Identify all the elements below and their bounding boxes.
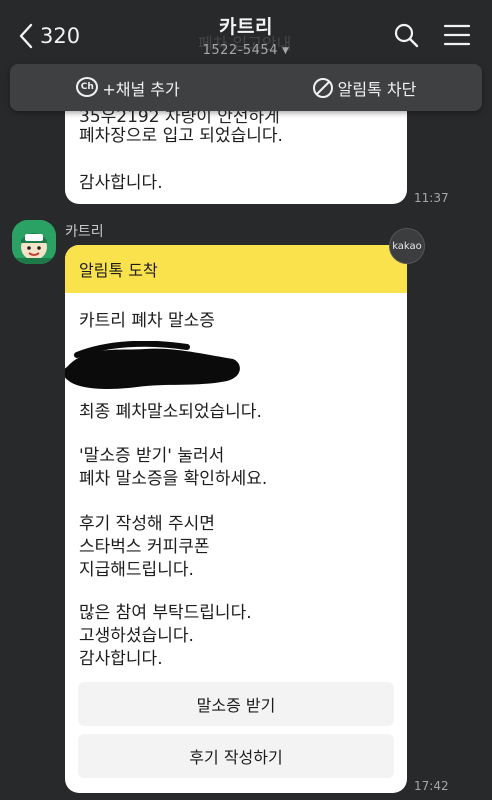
alimtalk-header: 알림톡 도착 (65, 245, 407, 293)
alimtalk-bubble: 알림톡 도착 카트리 폐차 말소증 최종 폐차말소되었습니다. '말소증 받기'… (65, 245, 407, 793)
block-icon (312, 77, 333, 98)
message-line: 후기 작성해 주시면 (79, 514, 215, 534)
message-line: 감사합니다. (79, 173, 163, 193)
redaction-mark (65, 341, 240, 389)
add-channel-button[interactable]: Ch +채널 추가 (10, 76, 246, 100)
back-button[interactable]: 320 (18, 18, 80, 54)
chat-header: 320 카트리 1522-5454 ▼ (0, 0, 492, 64)
message-line: 폐차 말소증을 확인하세요. (79, 469, 268, 489)
sender-name: 카트리 (65, 224, 104, 240)
certificate-button[interactable]: 말소증 받기 (78, 682, 394, 726)
menu-icon[interactable] (443, 24, 471, 46)
message-line: 많은 참여 부탁드립니다. (79, 603, 252, 623)
unread-count: 320 (40, 24, 81, 48)
message-line: 지급해드립니다. (79, 560, 194, 580)
message-line: 카트리 폐차 말소증 (79, 311, 215, 331)
kakao-badge[interactable]: kakao (389, 228, 425, 264)
message-line: '말소증 받기' 눌러서 (79, 446, 225, 466)
message-line: 감사합니다. (79, 649, 163, 669)
sender-avatar[interactable] (12, 220, 56, 264)
back-chevron-icon (19, 23, 33, 49)
block-alimtalk-button[interactable]: 알림톡 차단 (246, 76, 482, 100)
caret-down-icon: ▼ (281, 46, 290, 56)
add-channel-label: +채널 추가 (102, 79, 180, 99)
channel-action-bar: Ch +채널 추가 알림톡 차단 (10, 64, 482, 111)
channel-icon: Ch (76, 76, 99, 97)
message-line: 스타벅스 커피쿠폰 (79, 537, 210, 557)
write-review-button[interactable]: 후기 작성하기 (78, 734, 394, 778)
message-line: 최종 폐차말소되었습니다. (79, 402, 262, 422)
avatar-logo (12, 220, 56, 264)
message-line: 고생하셨습니다. (79, 626, 194, 646)
message-time: 17:42 (414, 779, 449, 793)
chat-area: 35우2192 차량이 안전하게 폐차장으로 입고 되었습니다. 감사합니다. … (0, 0, 492, 800)
message-line: 폐차장으로 입고 되었습니다. (79, 126, 283, 146)
message-time: 11:37 (414, 191, 449, 205)
block-alimtalk-label: 알림톡 차단 (337, 79, 417, 99)
search-icon[interactable] (393, 22, 419, 48)
